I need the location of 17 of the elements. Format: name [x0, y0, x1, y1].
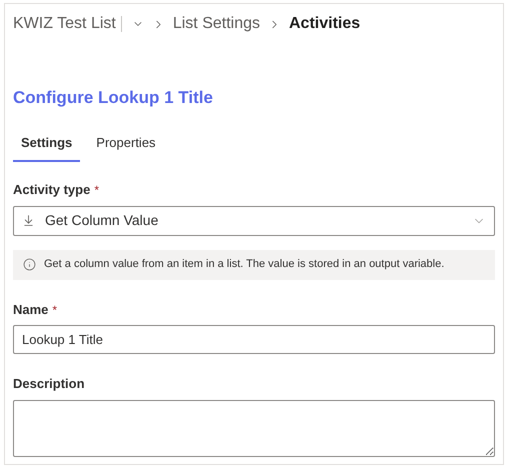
breadcrumb-item[interactable]: List Settings	[172, 12, 260, 36]
info-text: Get a column value from an item in a list. The value is stored in an output variable.	[44, 257, 444, 272]
download-arrow-icon	[22, 214, 35, 227]
field-label: Activity type	[13, 181, 90, 199]
tab[interactable]: Settings	[13, 128, 80, 162]
name-input[interactable]: Lookup 1 Title	[13, 325, 495, 354]
info-icon	[23, 258, 36, 271]
description-textarea[interactable]	[13, 400, 495, 456]
page-title: Configure Lookup 1 Title	[13, 87, 214, 109]
field-label: Description	[13, 375, 85, 393]
activity-type-dropdown[interactable]: Get Column Value	[13, 206, 495, 236]
required-mark: *	[94, 182, 99, 199]
tab[interactable]: Properties	[88, 128, 164, 162]
breadcrumb-item: Activities	[289, 14, 360, 34]
field-label: Name	[13, 300, 48, 318]
breadcrumb-item[interactable]: KWIZ Test List	[13, 12, 116, 36]
required-mark: *	[52, 302, 58, 318]
